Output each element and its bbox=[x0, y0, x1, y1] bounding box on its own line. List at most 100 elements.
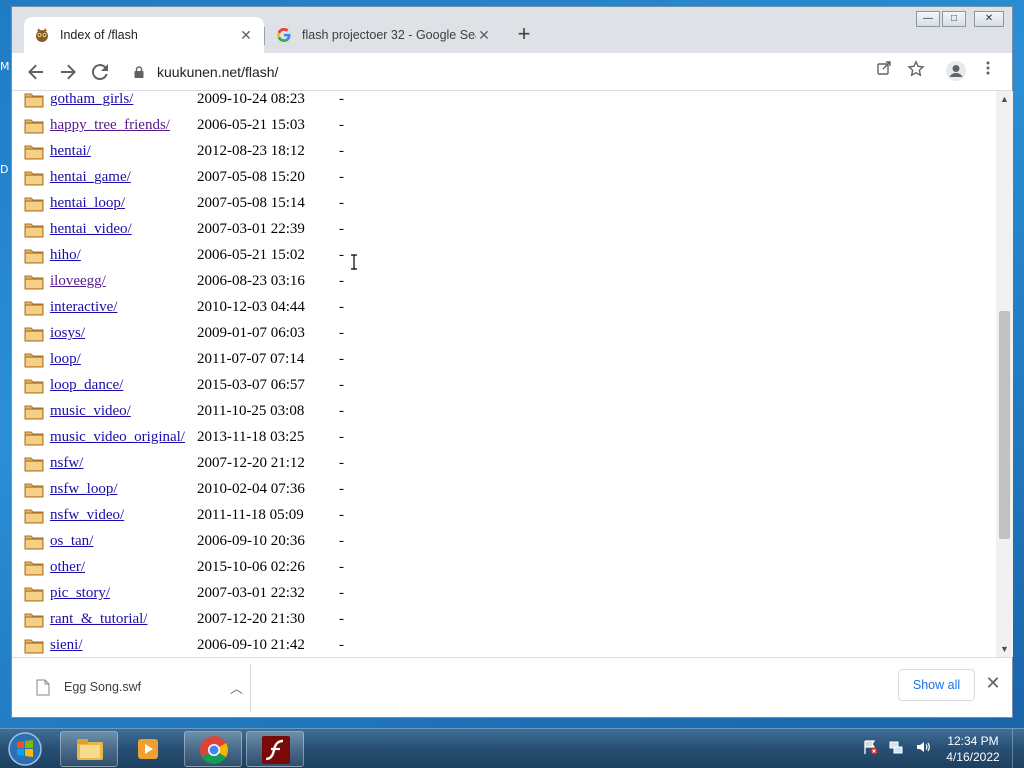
file-size: - bbox=[339, 91, 344, 107]
folder-icon bbox=[24, 377, 44, 394]
tab-close-icon[interactable]: ✕ bbox=[238, 27, 254, 43]
scroll-up-arrow-icon[interactable]: ▲ bbox=[1000, 95, 1009, 104]
modified-date: 2007-12-20 21:12 bbox=[197, 455, 305, 471]
folder-icon bbox=[24, 481, 44, 498]
show-desktop-button[interactable] bbox=[1012, 729, 1024, 768]
address-bar[interactable]: kuukunen.net/flash/ bbox=[124, 58, 994, 86]
tab-close-icon[interactable]: ✕ bbox=[476, 27, 492, 43]
system-tray bbox=[862, 739, 937, 759]
clock-date: 4/16/2022 bbox=[946, 750, 1000, 764]
owl-icon bbox=[34, 27, 50, 43]
file-size: - bbox=[339, 533, 344, 549]
modified-date: 2011-07-07 07:14 bbox=[197, 351, 305, 367]
file-size: - bbox=[339, 169, 344, 185]
media-player-icon[interactable] bbox=[122, 731, 180, 767]
show-all-button[interactable]: Show all bbox=[898, 669, 975, 701]
network-icon[interactable] bbox=[888, 739, 904, 755]
folder-icon bbox=[24, 299, 44, 316]
tab-google-search[interactable]: flash projectoer 32 - Google Sear ✕ bbox=[266, 17, 502, 53]
directory-link[interactable]: music_video/ bbox=[50, 403, 131, 420]
explorer-icon[interactable] bbox=[60, 731, 118, 767]
directory-link[interactable]: sieni/ bbox=[50, 637, 83, 654]
volume-icon[interactable] bbox=[915, 739, 931, 755]
menu-kebab-icon[interactable] bbox=[976, 60, 1000, 84]
modified-date: 2006-09-10 20:36 bbox=[197, 533, 305, 549]
file-size: - bbox=[339, 559, 344, 575]
directory-link[interactable]: hiho/ bbox=[50, 247, 81, 264]
tab-separator bbox=[264, 27, 265, 45]
directory-link[interactable]: interactive/ bbox=[50, 299, 117, 316]
modified-date: 2011-11-18 05:09 bbox=[197, 507, 304, 523]
directory-link[interactable]: rant_&_tutorial/ bbox=[50, 611, 147, 628]
modified-date: 2009-01-07 06:03 bbox=[197, 325, 305, 341]
start-button[interactable] bbox=[4, 730, 46, 768]
text-cursor-icon bbox=[350, 254, 358, 270]
directory-link[interactable]: hentai_video/ bbox=[50, 221, 132, 238]
folder-icon bbox=[24, 195, 44, 212]
modified-date: 2012-08-23 18:12 bbox=[197, 143, 305, 159]
flash-icon[interactable] bbox=[246, 731, 304, 767]
file-icon bbox=[36, 679, 50, 696]
modified-date: 2007-03-01 22:32 bbox=[197, 585, 305, 601]
chevron-up-icon[interactable]: ︿ bbox=[230, 678, 243, 697]
directory-link[interactable]: nsfw/ bbox=[50, 455, 83, 472]
file-size: - bbox=[339, 637, 344, 653]
forward-arrow-icon[interactable] bbox=[56, 60, 80, 84]
download-shelf: Egg Song.swf ︿ Show all ✕ bbox=[12, 657, 1012, 717]
share-icon[interactable] bbox=[872, 60, 896, 84]
file-size: - bbox=[339, 455, 344, 471]
directory-link[interactable]: os_tan/ bbox=[50, 533, 93, 550]
folder-icon bbox=[24, 273, 44, 290]
window-close-button[interactable]: ✕ bbox=[974, 11, 1004, 27]
clock-time: 12:34 PM bbox=[947, 734, 999, 748]
close-shelf-icon[interactable]: ✕ bbox=[984, 674, 1002, 692]
file-size: - bbox=[339, 117, 344, 133]
back-arrow-icon[interactable] bbox=[24, 60, 48, 84]
file-size: - bbox=[339, 481, 344, 497]
directory-link[interactable]: hentai/ bbox=[50, 143, 91, 160]
directory-link[interactable]: iloveegg/ bbox=[50, 273, 106, 290]
modified-date: 2011-10-25 03:08 bbox=[197, 403, 305, 419]
directory-link[interactable]: hentai_loop/ bbox=[50, 195, 125, 212]
profile-avatar-icon[interactable] bbox=[944, 60, 968, 84]
minimize-button[interactable]: — bbox=[916, 11, 940, 27]
modified-date: 2007-05-08 15:14 bbox=[197, 195, 305, 211]
directory-link[interactable]: loop/ bbox=[50, 351, 81, 368]
bookmark-star-icon[interactable] bbox=[904, 60, 928, 84]
action-center-flag-icon[interactable] bbox=[862, 739, 878, 755]
new-tab-button[interactable]: + bbox=[512, 23, 536, 47]
directory-link[interactable]: happy_tree_friends/ bbox=[50, 117, 170, 134]
file-size: - bbox=[339, 507, 344, 523]
download-item[interactable]: Egg Song.swf ︿ bbox=[24, 668, 252, 708]
directory-link[interactable]: iosys/ bbox=[50, 325, 85, 342]
clock[interactable]: 12:34 PM 4/16/2022 bbox=[940, 733, 1006, 765]
file-size: - bbox=[339, 377, 344, 393]
directory-link[interactable]: loop_dance/ bbox=[50, 377, 123, 394]
folder-icon bbox=[24, 559, 44, 576]
chrome-icon[interactable] bbox=[184, 731, 242, 767]
directory-link[interactable]: pic_story/ bbox=[50, 585, 110, 602]
lock-icon[interactable] bbox=[134, 65, 144, 78]
scroll-down-arrow-icon[interactable]: ▼ bbox=[1000, 645, 1009, 654]
modified-date: 2007-12-20 21:30 bbox=[197, 611, 305, 627]
directory-link[interactable]: hentai_game/ bbox=[50, 169, 131, 186]
modified-date: 2015-03-07 06:57 bbox=[197, 377, 305, 393]
modified-date: 2010-12-03 04:44 bbox=[197, 299, 305, 315]
directory-link[interactable]: gotham_girls/ bbox=[50, 91, 133, 108]
directory-link[interactable]: nsfw_loop/ bbox=[50, 481, 118, 498]
maximize-button[interactable]: □ bbox=[942, 11, 966, 27]
directory-link[interactable]: music_video_original/ bbox=[50, 429, 185, 446]
file-size: - bbox=[339, 403, 344, 419]
scrollbar-thumb[interactable] bbox=[999, 311, 1010, 539]
directory-link[interactable]: other/ bbox=[50, 559, 85, 576]
file-size: - bbox=[339, 273, 344, 289]
file-size: - bbox=[339, 585, 344, 601]
tab-index-flash[interactable]: Index of /flash ✕ bbox=[24, 17, 264, 53]
folder-icon bbox=[24, 455, 44, 472]
desktop-icon-label-d: D bbox=[0, 163, 9, 176]
folder-icon bbox=[24, 507, 44, 524]
vertical-scrollbar[interactable]: ▲ ▼ bbox=[996, 91, 1013, 657]
browser-window: Index of /flash ✕ flash projectoer 32 - … bbox=[11, 6, 1013, 718]
directory-link[interactable]: nsfw_video/ bbox=[50, 507, 124, 524]
reload-icon[interactable] bbox=[88, 60, 112, 84]
